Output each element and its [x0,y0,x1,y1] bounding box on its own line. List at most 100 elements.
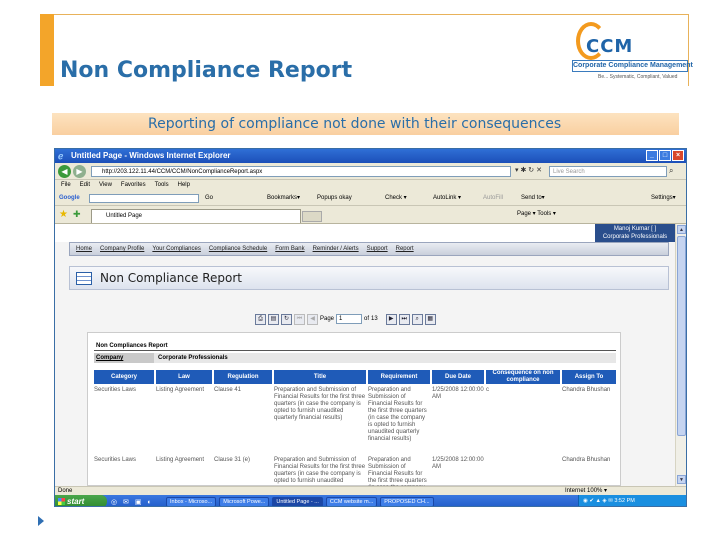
page-tools-menu[interactable]: Page ▾ Tools ▾ [517,210,556,217]
table-row: Securities Laws Listing Agreement Clause… [94,387,616,443]
report-list-icon [76,272,92,285]
slide-top-rule [54,14,688,15]
popups-button[interactable]: Popups okay [317,191,352,206]
col-assign-to: Assign To [562,370,616,384]
task-proposed[interactable]: PROPOSED CH... [380,496,434,506]
cell-assign-to: Chandra Bhushan [562,387,611,393]
close-button[interactable]: × [672,150,684,161]
window-titlebar: ℯ Untitled Page - Windows Internet Explo… [55,149,686,163]
new-tab-button[interactable] [302,211,322,222]
col-consequence: Consequence on non compliance [486,370,560,384]
scroll-thumb[interactable] [677,236,686,436]
print-icon[interactable]: ▤ [268,313,279,325]
settings-button[interactable]: Settings▾ [651,191,676,206]
user-box: Manoj Kumar [ ] Corporate Professionals [595,224,675,242]
cell-title: Preparation and Submission of Financial … [274,387,366,421]
page-number-input[interactable]: 1 [336,314,363,324]
forward-arrow-icon[interactable]: ▶ [73,165,86,178]
company-label: Company [94,353,154,363]
task-powerpoint[interactable]: Microsoft Powe... [219,496,270,506]
next-page-icon[interactable]: ▶ [385,313,397,325]
col-regulation: Regulation [214,370,272,384]
url-input[interactable]: http://203.122.11.44/CCM/CCM/NonComplian… [91,166,511,177]
window-title: Untitled Page - Windows Internet Explore… [71,151,231,160]
menu-help[interactable]: Help [178,180,190,191]
tab-untitled-page[interactable]: Untitled Page [91,209,301,223]
task-ccm-website[interactable]: CCM website m... [325,496,378,506]
report-pager: ⎙ ▤ ↻ ⏮ ◀ Page 1 of 13 ▶ ⏭ ⌕ ▦ [255,312,436,326]
menu-bar: File Edit View Favorites Tools Help [55,180,686,191]
bookmarks-button[interactable]: Bookmarks▾ [267,191,300,206]
nav-support[interactable]: Support [367,243,388,255]
tray-icons: ◉ ✔ ▲ ◈ ✉ [583,498,615,504]
nav-reminder-alerts[interactable]: Reminder / Alerts [313,243,359,255]
status-text: Done [58,488,73,494]
of-label: of [364,316,370,322]
export-icon[interactable]: ⎙ [255,313,266,325]
refresh-icon[interactable]: ↻ [281,313,292,325]
google-go-button[interactable]: Go [205,191,213,206]
status-zone: Internet 100% ▾ [565,488,608,494]
back-arrow-icon[interactable]: ◀ [58,165,71,178]
taskbar: start ◎ ✉ ▣ ◐ Inbox - Microso... Microso… [55,495,686,506]
menu-view[interactable]: View [99,180,112,191]
browser-window: ℯ Untitled Page - Windows Internet Explo… [54,148,687,507]
user-company: Corporate Professionals [602,234,668,240]
nav-report[interactable]: Report [396,243,414,255]
menu-tools[interactable]: Tools [155,180,169,191]
logo-name: Corporate Compliance Management [572,60,693,72]
system-tray: ◉ ✔ ▲ ◈ ✉ 3:52 PM [578,495,686,506]
tab-row: ★ ✚ Untitled Page Page ▾ Tools ▾ [55,206,686,224]
add-favorite-icon[interactable]: ✚ [73,209,81,220]
ie-icon: ℯ [58,151,64,161]
favorites-star-icon[interactable]: ★ [59,209,68,220]
nav-company-profile[interactable]: Company Profile [100,243,144,255]
autofill-button[interactable]: AutoFill [483,191,503,206]
check-button[interactable]: Check ▾ [385,191,407,206]
page-total: 13 [371,316,378,322]
minimize-button[interactable]: _ [646,150,658,161]
export-format-icon[interactable]: ▦ [424,313,436,325]
cell-requirement: Preparation and Submission of Financial … [368,387,427,442]
maximize-button[interactable]: □ [659,150,671,161]
search-report-icon[interactable]: ⌕ [411,313,423,325]
vertical-scrollbar[interactable]: ▲ ▼ [675,224,686,486]
google-search-input[interactable] [89,194,199,203]
col-due-date: Due Date [432,370,484,384]
col-requirement: Requirement [368,370,430,384]
sendto-button[interactable]: Send to▾ [521,191,545,206]
status-bar: Done Internet 100% ▾ [55,486,686,495]
address-actions[interactable]: ▾ ✱ ↻ ✕ [515,166,542,174]
nav-compliance-schedule[interactable]: Compliance Schedule [209,243,267,255]
cell-law: Listing Agreement [156,387,205,393]
first-page-icon[interactable]: ⏮ [294,313,305,325]
autolink-button[interactable]: AutoLink ▾ [433,191,461,206]
prev-page-icon[interactable]: ◀ [307,313,318,325]
col-title: Title [274,370,366,384]
menu-file[interactable]: File [61,180,71,191]
live-search-input[interactable]: Live Search [549,166,667,177]
task-ie[interactable]: Untitled Page - ... [272,496,323,506]
address-bar: ◀ ▶ http://203.122.11.44/CCM/CCM/NonComp… [55,163,686,180]
col-category: Category [94,370,154,384]
scroll-up-icon[interactable]: ▲ [677,225,686,234]
nav-home[interactable]: Home [76,243,92,255]
nav-form-bank[interactable]: Form Bank [275,243,304,255]
page-content: Manoj Kumar [ ] Corporate Professionals … [55,224,675,505]
app-nav: Home Company Profile Your Compliances Co… [69,242,669,256]
start-button[interactable]: start [55,495,107,506]
company-value: Corporate Professionals [158,355,228,361]
last-page-icon[interactable]: ⏭ [398,313,410,325]
task-outlook[interactable]: Inbox - Microso... [166,496,217,506]
google-label: Google [59,195,80,201]
menu-favorites[interactable]: Favorites [121,180,146,191]
menu-edit[interactable]: Edit [80,180,90,191]
page-label: Page [320,316,335,322]
nav-your-compliances[interactable]: Your Compliances [152,243,200,255]
scroll-down-icon[interactable]: ▼ [677,475,686,484]
cell-category: Securities Laws [94,387,137,393]
app-header-strip [55,224,595,242]
report-header: Non Compliance Report [69,266,669,290]
search-icon[interactable]: ⌕ [669,166,673,176]
bullet-arrow-icon [38,516,44,526]
